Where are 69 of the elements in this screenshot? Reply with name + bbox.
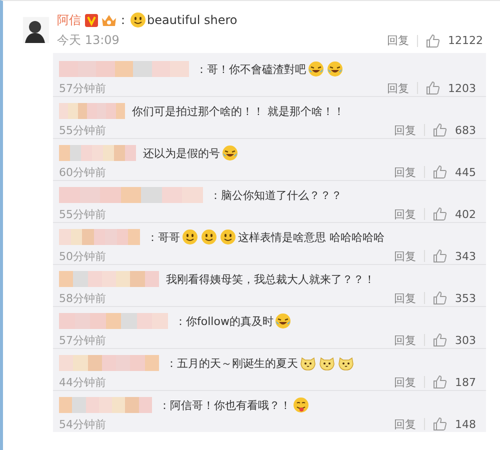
smiley-emoji-icon xyxy=(201,229,217,245)
thumbs-up-icon[interactable] xyxy=(433,249,447,263)
avatar[interactable] xyxy=(23,17,49,43)
reply-link[interactable]: 回复 xyxy=(394,374,416,390)
dog-emoji-icon xyxy=(319,355,335,371)
thumbs-up-icon[interactable] xyxy=(433,375,447,389)
verified-badge-icon xyxy=(85,14,98,26)
like-count: 12122 xyxy=(448,34,483,47)
like-count: 343 xyxy=(455,250,476,262)
like-count: 445 xyxy=(455,166,476,178)
comment-time: 57分钟前 xyxy=(59,332,106,348)
reply-link[interactable]: 回复 xyxy=(394,164,416,180)
comment-text: 你们可是拍过那个啥的！！ 就是那个啥！！ xyxy=(132,104,344,118)
comment-text: ：你follow的真及时 xyxy=(175,314,274,328)
pixelated-name xyxy=(59,103,125,119)
reply-link[interactable]: 回复 xyxy=(394,332,416,348)
like-count: 148 xyxy=(455,418,476,430)
comment-time: 44分钟前 xyxy=(59,374,106,390)
smiley-emoji-icon xyxy=(182,229,198,245)
comment-time: 55分钟前 xyxy=(59,122,106,138)
like-count: 402 xyxy=(455,208,476,220)
tongue-emoji-icon xyxy=(293,397,309,413)
thumbs-up-icon[interactable] xyxy=(433,123,447,137)
reply-link[interactable]: 回复 xyxy=(394,248,416,264)
like-count: 683 xyxy=(455,124,476,136)
like-count: 1203 xyxy=(448,82,476,94)
dog-emoji-icon xyxy=(338,355,354,371)
laughing-emoji-icon xyxy=(327,61,343,77)
comment-text: 这样表情是啥意思 哈哈哈哈哈 xyxy=(238,230,384,244)
comment-time: 57分钟前 xyxy=(59,80,106,96)
comment-time: 58分钟前 xyxy=(59,290,106,306)
comment-time: 60分钟前 xyxy=(59,164,106,180)
reply-link[interactable]: 回复 xyxy=(394,122,416,138)
like-count: 303 xyxy=(455,334,476,346)
thumbs-up-icon[interactable] xyxy=(433,207,447,221)
laughing-emoji-icon xyxy=(275,313,292,329)
comment-text: ：哥哥 xyxy=(147,230,180,244)
comment-text: ： xyxy=(117,12,129,28)
comment-text: ：五月的天～刚诞生的夏天 xyxy=(166,356,298,370)
thumbs-up-icon[interactable] xyxy=(426,34,440,48)
laughing-emoji-icon xyxy=(308,61,324,77)
thumbs-up-icon[interactable] xyxy=(433,333,447,347)
comment-text: ：脑公你知道了什么？？？ xyxy=(210,188,342,202)
comment-text: 还以为是假的号 xyxy=(143,146,220,160)
reply-link[interactable]: 回复 xyxy=(394,416,416,432)
smiley-emoji-icon xyxy=(220,229,236,245)
comment-text: ：哥！你不會磕渣對吧 xyxy=(196,62,306,76)
reply-link[interactable]: 回复 xyxy=(394,206,416,222)
smiley-emoji-icon xyxy=(130,12,146,28)
reply-link[interactable]: 回复 xyxy=(387,33,409,48)
thumbs-up-icon[interactable] xyxy=(433,165,447,179)
comment-text: beautiful shero xyxy=(147,13,238,27)
comment-time: 54分钟前 xyxy=(59,416,106,432)
dog-emoji-icon xyxy=(300,355,316,371)
comment-time: 55分钟前 xyxy=(59,206,106,222)
comment-time: 50分钟前 xyxy=(59,248,106,264)
thumbs-up-icon[interactable] xyxy=(433,417,447,431)
user-name[interactable]: 阿信 xyxy=(57,12,81,28)
laughing-emoji-icon xyxy=(222,145,238,161)
member-badge-icon xyxy=(101,14,117,26)
comment-text: 我刚看得姨母笑，我总裁大人就来了？？！ xyxy=(166,272,375,286)
like-count: 187 xyxy=(455,376,476,388)
comment-time: 今天 13:09 xyxy=(57,32,120,49)
reply-link[interactable]: 回复 xyxy=(387,80,409,96)
like-count: 353 xyxy=(455,292,476,304)
thumbs-up-icon[interactable] xyxy=(433,291,447,305)
comment-text: ：阿信哥！你也有看哦？！ xyxy=(159,398,291,412)
thumbs-up-icon[interactable] xyxy=(426,81,440,95)
reply-link[interactable]: 回复 xyxy=(394,290,416,306)
